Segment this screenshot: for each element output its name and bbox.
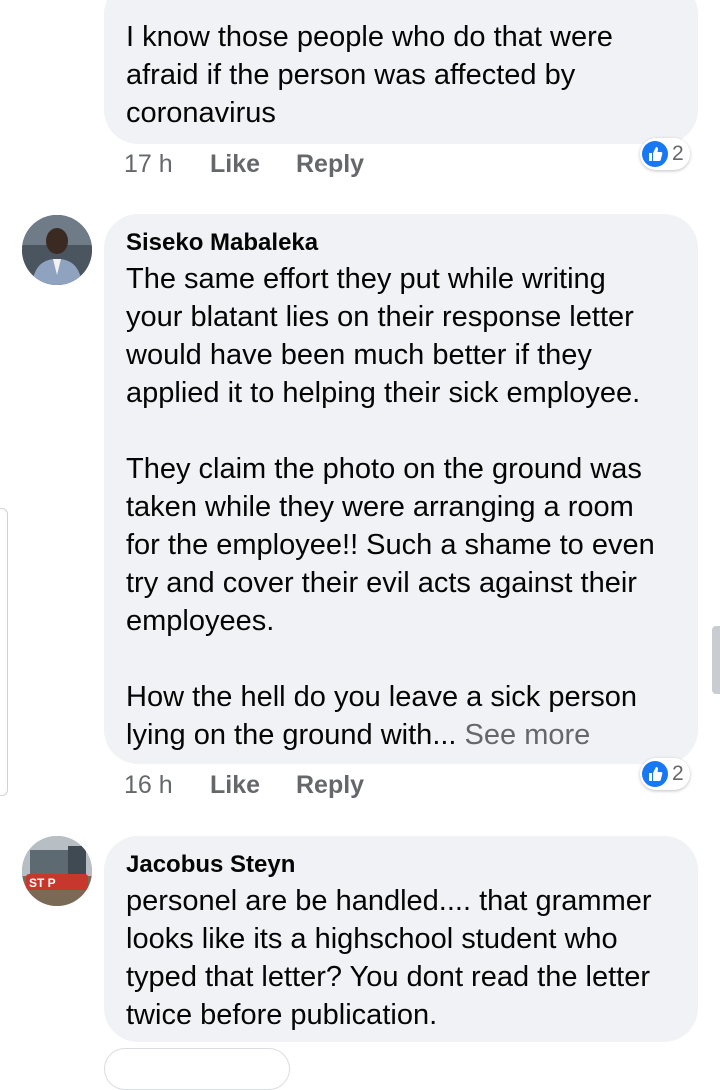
avatar[interactable]: ST P (22, 836, 92, 906)
comment-text: personel are be handled.... that grammer… (126, 885, 652, 1031)
avatar-stop-sign-text: ST P (29, 876, 56, 890)
next-comment-bubble (104, 1048, 290, 1090)
comment-actions: 17 h Like Reply (124, 148, 364, 180)
comment-text-wrap: The same effort they put while writing y… (126, 260, 678, 754)
comment-author[interactable]: Siseko Mabaleka (126, 228, 678, 258)
comment-bubble: Jacobus Steyn personel are be handled...… (104, 836, 698, 1042)
comment-actions: 16 h Like Reply (124, 769, 364, 801)
comment-text: I know those people who do that were afr… (126, 21, 613, 129)
scrollbar-thumb[interactable] (712, 626, 720, 694)
reaction-count: 2 (672, 762, 684, 785)
comment-timestamp[interactable]: 16 h (124, 769, 210, 801)
see-more-link[interactable]: See more (465, 719, 591, 751)
comment-bubble: Siseko Mabaleka The same effort they put… (104, 214, 698, 764)
like-button[interactable]: Like (210, 769, 296, 801)
thumbs-up-icon (642, 141, 668, 167)
reply-button[interactable]: Reply (296, 148, 364, 180)
comment-timestamp[interactable]: 17 h (124, 148, 210, 180)
reaction-count: 2 (672, 142, 684, 165)
thumbs-up-icon (642, 761, 668, 787)
comment-bubble: I know those people who do that were afr… (104, 0, 698, 144)
like-button[interactable]: Like (210, 148, 296, 180)
reaction-summary[interactable]: 2 (640, 758, 690, 790)
reaction-summary[interactable]: 2 (640, 138, 690, 170)
comment-author[interactable]: Jacobus Steyn (126, 850, 678, 880)
comment-text: The same effort they put while writing y… (126, 263, 655, 751)
avatar[interactable] (22, 215, 92, 285)
side-scroll-track (0, 508, 8, 796)
reply-button[interactable]: Reply (296, 769, 364, 801)
